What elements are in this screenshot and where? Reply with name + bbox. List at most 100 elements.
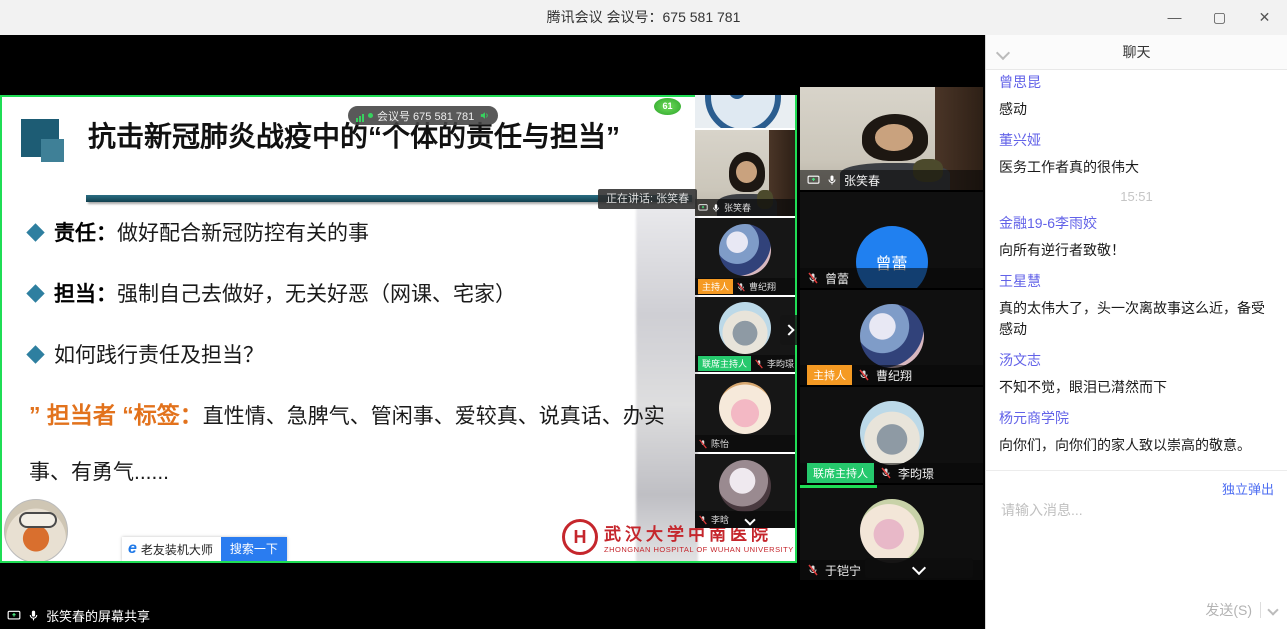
browser-e-icon: e — [122, 540, 141, 558]
diamond-bullet-icon — [26, 223, 44, 241]
chat-footer: 独立弹出 发送(S) — [986, 470, 1287, 629]
avatar — [860, 401, 924, 465]
mic-on-icon — [826, 174, 838, 186]
maximize-button[interactable]: ▢ — [1197, 0, 1242, 35]
mic-on-icon — [27, 609, 40, 622]
chat-message: 医务工作者真的很伟大 — [999, 157, 1274, 178]
popout-link[interactable]: 独立弹出 — [1222, 479, 1274, 498]
participant-name: 曾蕾 — [825, 270, 849, 287]
participant-name: 曹纪翔 — [876, 367, 912, 384]
chat-sender: 董兴娅 — [999, 130, 1274, 150]
mic-muted-icon — [698, 515, 708, 525]
chat-header: 聊天 — [986, 35, 1287, 70]
mic-muted-icon — [754, 359, 764, 369]
collapse-strip-button[interactable] — [865, 558, 973, 578]
chat-message: 向所有逆行者致敬！ — [999, 240, 1274, 261]
chat-sender: 杨元商学院 — [999, 408, 1274, 428]
medical-photo — [636, 207, 698, 563]
inshare-tile-lihan: 李晗 — [695, 454, 795, 528]
mic-muted-icon — [858, 369, 870, 381]
chat-message: 感动 — [999, 99, 1274, 120]
inshare-tile-caojixiang: 主持人 曹纪翔 — [695, 218, 795, 295]
search-engine-label: 老友装机大师 — [141, 541, 221, 558]
status-dot-icon — [368, 113, 373, 118]
sketch-avatar — [4, 499, 68, 563]
window-title: 腾讯会议 会议号：675 581 781 — [0, 0, 1287, 35]
chat-sender: 曾思昆 — [999, 72, 1274, 92]
participant-name: 李晗 — [711, 513, 729, 526]
chat-sender: 金融19-6李雨姣 — [999, 213, 1274, 233]
tagline-head: ” 担当者 “标签： — [29, 402, 203, 428]
slide-bullet-2: 担当：强制自己去做好，无关好恶（网课、宅家） — [29, 278, 689, 308]
video-tile-zenglei[interactable]: 曾蕾 曾蕾 — [800, 192, 983, 288]
hospital-h-icon: H — [562, 519, 598, 555]
bullet-body: 做好配合新冠防控有关的事 — [117, 222, 369, 245]
avatar — [860, 304, 924, 368]
participant-name: 李昀璟 — [767, 357, 794, 370]
chat-timestamp: 15:51 — [999, 190, 1274, 203]
share-border-fragment — [800, 485, 877, 488]
bullet-head: 责任： — [54, 222, 117, 245]
participant-name: 曹纪翔 — [749, 280, 776, 293]
inshare-partial-tile — [695, 95, 795, 128]
participant-name: 陈怡 — [711, 437, 729, 450]
window-titlebar: 腾讯会议 会议号：675 581 781 — ▢ ✕ — [0, 0, 1287, 36]
slide-deco-square-light — [41, 139, 64, 162]
meeting-id-text: 会议号 675 581 781 — [377, 108, 474, 124]
host-badge: 主持人 — [698, 279, 733, 294]
chat-message: 不知不觉，眼泪已潸然而下 — [999, 377, 1274, 398]
cohost-badge: 联席主持人 — [807, 463, 874, 483]
minimize-button[interactable]: — — [1152, 0, 1197, 35]
divider — [1260, 602, 1261, 618]
host-badge: 主持人 — [807, 365, 852, 385]
meeting-stage: 抗击新冠肺炎战疫中的“个体的责任与担当” 责任：做好配合新冠防控有关的事 担当：… — [0, 35, 985, 629]
bullet-head: 担当： — [54, 283, 117, 306]
search-button: 搜索一下 — [221, 537, 287, 561]
participant-name: 于铠宁 — [825, 562, 861, 579]
bullet-body: 如何践行责任及担当？ — [54, 344, 264, 367]
send-button[interactable]: 发送(S) — [1205, 600, 1252, 620]
slide-tagline: ” 担当者 “标签：直性情、急脾气、管闲事、爱较真、说真话、办实事、有勇气...… — [29, 387, 684, 501]
screen-share-icon — [698, 203, 708, 213]
share-status-bar: 张笑春的屏幕共享 — [0, 602, 985, 629]
chat-messages: 曾思昆 感动 董兴娅 医务工作者真的很伟大 15:51 金融19-6李雨姣 向所… — [986, 62, 1287, 481]
video-tile-yukaining[interactable]: 于铠宁 — [800, 485, 983, 580]
strip-expand-arrow — [780, 315, 797, 345]
screen-share-icon — [7, 609, 21, 623]
participant-count-badge: 61 — [654, 98, 681, 115]
participant-name: 张笑春 — [844, 172, 880, 189]
participant-name: 张笑春 — [724, 201, 751, 214]
diamond-bullet-icon — [26, 284, 44, 302]
inshare-tile-chenyi: 陈怡 — [695, 374, 795, 452]
speaking-indicator: 正在讲话: 张笑春 — [598, 189, 697, 209]
chevron-down-icon — [744, 514, 755, 525]
mic-muted-icon — [807, 272, 819, 284]
screen-share-icon — [807, 174, 820, 187]
video-tile-zhangxiaochun[interactable]: 张笑春 — [800, 87, 983, 190]
chat-sender: 汤文志 — [999, 350, 1274, 370]
inshare-tile-video: 张笑春 — [695, 130, 795, 216]
mic-muted-icon — [736, 282, 746, 292]
video-tile-caojixiang[interactable]: 主持人 曹纪翔 — [800, 290, 983, 385]
video-tile-liyunjing[interactable]: 联席主持人 李昀璟 — [800, 387, 983, 483]
mic-muted-icon — [807, 564, 819, 576]
slide-bullet-1: 责任：做好配合新冠防控有关的事 — [29, 217, 689, 247]
meeting-id-pill: 会议号 675 581 781 — [348, 106, 498, 125]
avatar — [719, 460, 771, 512]
avatar — [719, 382, 771, 434]
signal-bars-icon — [356, 110, 365, 122]
bullet-body: 强制自己去做好，无关好恶（网课、宅家） — [117, 283, 516, 306]
speaker-icon — [479, 110, 490, 121]
chat-title: 聊天 — [986, 35, 1287, 69]
cohost-badge: 联席主持人 — [698, 356, 751, 371]
mic-on-icon — [711, 203, 721, 213]
mic-muted-icon — [698, 439, 708, 449]
send-options-chevron-icon[interactable] — [1267, 604, 1278, 615]
message-input[interactable] — [999, 501, 1273, 519]
chat-message: 真的太伟大了，头一次离故事这么近，备受感动 — [999, 298, 1274, 340]
avatar — [860, 499, 924, 563]
participant-name: 李昀璟 — [898, 465, 934, 482]
close-button[interactable]: ✕ — [1242, 0, 1287, 35]
avatar — [719, 224, 771, 276]
slide-bullet-3: 如何践行责任及担当？ — [29, 339, 689, 369]
